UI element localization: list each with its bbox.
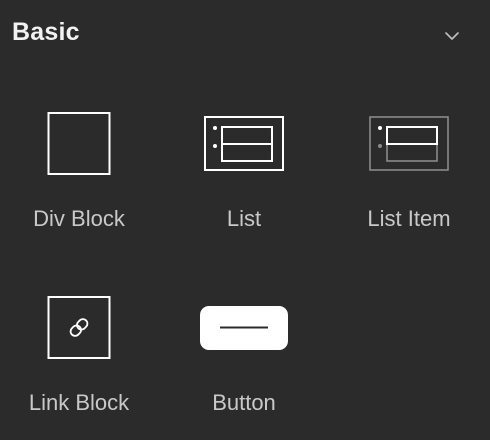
element-tile-button[interactable]: Button [162,284,326,434]
element-tile-link-block[interactable]: Link Block [0,284,161,434]
list-icon [204,116,284,171]
link-block-icon [47,296,111,359]
element-tile-list-item[interactable]: List Item [327,100,490,250]
div-block-icon [47,112,111,175]
list-item-icon [369,116,449,171]
button-icon [200,306,288,350]
section-title: Basic [12,18,80,46]
element-label: Button [212,390,276,415]
element-label: List [226,206,262,231]
chevron-down-icon[interactable] [444,30,460,42]
element-label: Link Block [28,390,130,415]
section-header-basic[interactable]: Basic [0,0,490,72]
element-tile-list[interactable]: List [162,100,326,250]
element-label: Div Block [33,206,125,231]
element-label: List Item [367,206,451,231]
element-tile-div-block[interactable]: Div Block [0,100,161,250]
add-elements-panel: Basic Div Block List List Item Link Bloc… [0,0,490,440]
